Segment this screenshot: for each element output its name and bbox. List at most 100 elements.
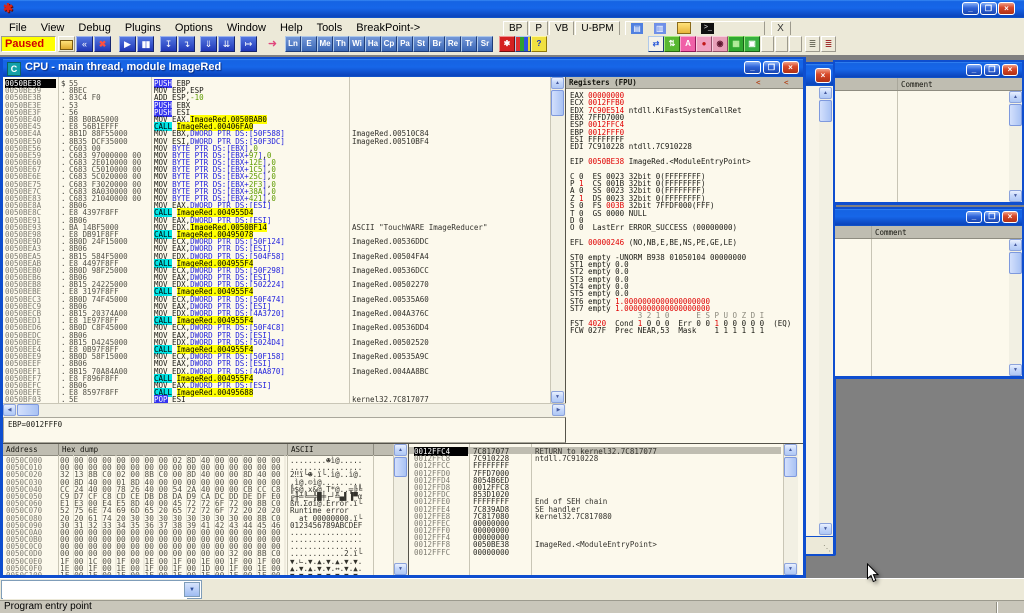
dump-row[interactable]: 0050C040CC 24 40 00 78 26 40 00 54 2A 40… [3,485,393,492]
main-titlebar[interactable]: ✱ _ ❒ × [0,0,1024,18]
stack-row[interactable]: 0012FFFC00000000 [409,548,781,555]
register-line[interactable]: ST4 empty 0.0 [570,282,803,289]
disasm-row[interactable]: 0050BEDC.8B06MOV EAX,DWORD PTR DS:[ESI] [3,331,551,338]
run-icon[interactable]: ▶ [119,36,136,52]
disasm-row[interactable]: 0050BEF1.8B15 70A84A00MOV EDX,DWORD PTR … [3,367,551,374]
register-line[interactable]: ST6 empty 1.0000000000000000000 [570,297,803,304]
stack-row[interactable]: 0012FFD48054B6ED [409,476,781,483]
disasm-row[interactable]: 0050BEE9.8B0D 58F15000MOV ECX,DWORD PTR … [3,352,551,359]
disasm-row[interactable]: 0050BE7C.C683 8A030000 00MOV BYTE PTR DS… [3,187,551,194]
register-line[interactable]: ST0 empty -UNORM B938 01050104 00000000 [570,253,803,260]
registers-pane[interactable]: Registers (FPU) < < EAX 00000000ECX 0012… [566,77,803,445]
menu-close-x-button[interactable]: X [771,21,791,36]
menu-item-debug[interactable]: Debug [71,20,117,35]
open-file-icon[interactable] [58,36,75,52]
toolbar-window-button-st[interactable]: St [413,36,429,52]
register-line[interactable]: FCW 027F Prec NEAR,53 Mask 1 1 1 1 1 1 [570,326,803,333]
disasm-row[interactable]: 0050BE98.E8 DB91F8FFCALL ImageRed.004950… [3,230,551,237]
register-line[interactable]: Z 1 DS 0023 32bit 0(FFFFFFFF) [570,194,803,201]
disasm-row[interactable]: 0050BEB0.8B0D 98F25000MOV ECX,DWORD PTR … [3,266,551,273]
disasm-row[interactable]: 0050BEE4.E8 0B97F8FFCALL ImageRed.004955… [3,345,551,352]
disasm-row[interactable]: 0050BEB6.8B06MOV EAX,DWORD PTR DS:[ESI] [3,273,551,280]
spiral-icon[interactable]: ◉ [712,36,728,52]
console-icon[interactable]: >_ [701,23,714,34]
comment2-titlebar[interactable]: _ ❒ × [835,209,1022,226]
stack-row[interactable]: 0012FFE47C839AD8SE handler [409,505,781,512]
disasm-row[interactable]: 0050BF03.5EPOP ESIkernel32.7C817077 [3,395,551,402]
stack-row[interactable]: 0012FFC47C817077RETURN to kernel32.7C817… [409,447,781,454]
disasm-row[interactable]: 0050BE91.8B06MOV EAX,DWORD PTR DS:[ESI] [3,216,551,223]
comment1-scroll-up[interactable]: ▲ [1009,91,1022,103]
sliver-scroll-thumb[interactable] [819,100,832,122]
stack-scroll-thumb[interactable] [784,457,797,477]
comment1-scroll-down[interactable]: ▼ [1009,190,1022,202]
restart-back-icon[interactable]: « [76,36,93,52]
toolbar-window-button-sr[interactable]: Sr [477,36,493,52]
menu-item-window[interactable]: Window [220,20,273,35]
disasm-row[interactable]: 0050BE3B.83C4 F0ADD ESP,-10 [3,93,551,100]
updown-green-icon[interactable]: ⇅ [664,36,680,52]
stack-row[interactable]: 0012FFD07FFD7000 [409,469,781,476]
appearance-rainbow-icon[interactable] [515,36,531,52]
disasm-row[interactable]: 0050BE3E.53PUSH EBX [3,101,551,108]
highlight-a-icon[interactable]: A [680,36,696,52]
stack-row[interactable]: 0012FFD80012FFC8 [409,483,781,490]
disasm-row[interactable]: 0050BEA5.8B15 584F5000MOV EDX,DWORD PTR … [3,252,551,259]
comment1-comment-column-header[interactable]: Comment [901,80,933,89]
animate-over-icon[interactable]: ⇊ [218,36,235,52]
disasm-row[interactable]: 0050BEC3.8B0D 74F45000MOV ECX,DWORD PTR … [3,295,551,302]
comment1-minimize-button[interactable]: _ [966,64,982,76]
menu-item-options[interactable]: Options [168,20,220,35]
info-pane[interactable]: EBP=0012FFF0 [3,417,566,443]
register-line[interactable]: ST5 empty 0.0 [570,289,803,296]
hex-dump-pane[interactable]: Address Hex dump ASCII 0050C00000 00 00 … [3,443,408,575]
register-line[interactable]: A 0 SS 0023 32bit 0(FFFFFFFF) [570,186,803,193]
options-gear-icon[interactable]: ✱ [499,36,515,52]
disasm-row[interactable]: 0050BE40.B8 B0BA5000MOV EAX,ImageRed.005… [3,115,551,122]
toolbar-window-button-ha[interactable]: Ha [365,36,381,52]
disasm-row[interactable]: 0050BE6E.C683 5C020000 00MOV BYTE PTR DS… [3,172,551,179]
dump-row[interactable]: 0050C08020 20 61 74 20 30 30 30 30 30 30… [3,514,393,521]
disasm-vscrollbar[interactable]: ▲ ▼ [550,77,565,403]
comment1-body[interactable]: ▲ ▼ [835,91,1022,202]
disasm-row[interactable]: 0050BE93.BA 14BF5000MOV EDX,ImageRed.005… [3,223,551,230]
stack-row[interactable]: 0012FFDC853D1020 [409,490,781,497]
registers-collapse-left-button[interactable]: < [756,78,761,87]
toolbar-window-button-re[interactable]: Re [445,36,461,52]
menu-button-vb[interactable]: VB [549,21,574,36]
menu-item-tools[interactable]: Tools [310,20,350,35]
disasm-row[interactable]: 0050BEAB.E8 4497F8FFCALL ImageRed.004955… [3,259,551,266]
disasm-row[interactable]: 0050BE39.8BECMOV EBP,ESP [3,86,551,93]
disasm-row[interactable]: 0050BE8A.8B06MOV EAX,DWORD PTR DS:[ESI] [3,201,551,208]
register-line[interactable]: 3 2 1 0 E S P U O Z D I [570,311,803,318]
stack-pane[interactable]: 0012FFC47C817077RETURN to kernel32.7C817… [408,443,803,575]
disasm-row[interactable]: 0050BEFC.8B06MOV EAX,DWORD PTR DS:[ESI] [3,381,551,388]
stack-scroll-down[interactable]: ▼ [784,563,797,575]
disasm-row[interactable]: 0050BEDE.8B15 D4245000MOV EDX,DWORD PTR … [3,338,551,345]
disasm-row[interactable]: 0050BEB8.8B15 24225000MOV EDX,DWORD PTR … [3,280,551,287]
toolbar-window-button-tr[interactable]: Tr [461,36,477,52]
menu-button-bp[interactable]: BP [503,21,528,36]
disasm-row[interactable]: 0050BE4A.8B1D 88F55000MOV EBX,DWORD PTR … [3,129,551,136]
comment2-column-sep[interactable] [871,226,872,238]
dump-row[interactable]: 0050C07052 75 6E 74 69 6D 65 20 65 72 72… [3,506,393,513]
dump-row[interactable]: 0050C09030 31 32 33 34 35 36 37 38 39 41… [3,521,393,528]
document-icon[interactable]: ▥ [654,23,666,34]
toolbar-blank-button-2[interactable] [775,36,788,52]
restore-button[interactable]: ❒ [980,2,997,15]
comment2-scroll-up[interactable]: ▲ [1009,239,1022,251]
comment2-maximize-button[interactable]: ❒ [984,211,1000,223]
cpu-minimize-button[interactable]: _ [744,61,761,74]
stack-vscrollbar[interactable]: ▲ ▼ [783,444,798,575]
stack-scroll-up[interactable]: ▲ [784,444,797,456]
toolbar-blank-button-3[interactable] [789,36,802,52]
cpu-titlebar[interactable]: C CPU - main thread, module ImageRed _ ❒… [3,59,803,77]
help-icon[interactable]: ? [531,36,547,52]
toolbar-window-button-th[interactable]: Th [333,36,349,52]
disasm-row[interactable]: 0050BE59.C683 97000000 00MOV BYTE PTR DS… [3,151,551,158]
disasm-scroll-down[interactable]: ▼ [551,391,564,403]
dump-row[interactable]: 0050C0A000 00 00 00 00 00 00 00 00 00 00… [3,528,393,535]
comment1-scroll-thumb[interactable] [1009,104,1022,126]
register-line[interactable] [570,231,803,238]
disasm-row[interactable]: 0050BE56.C603 00MOV BYTE PTR DS:[EBX],0 [3,144,551,151]
